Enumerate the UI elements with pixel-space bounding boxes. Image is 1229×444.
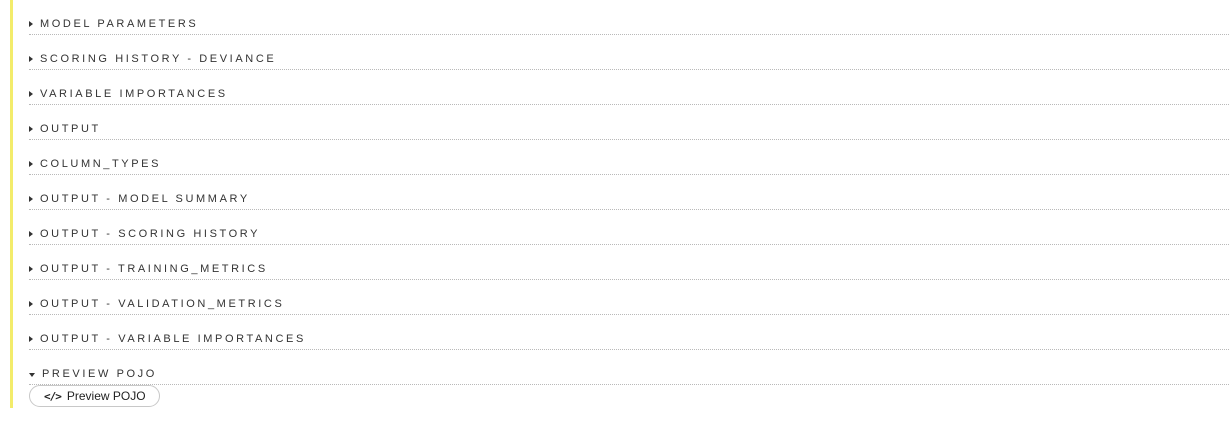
section-column-types[interactable]: COLUMN_TYPES <box>29 148 1229 175</box>
section-label: OUTPUT - VALIDATION_METRICS <box>40 298 285 310</box>
caret-right-icon <box>29 56 33 62</box>
section-output[interactable]: OUTPUT <box>29 113 1229 140</box>
section-label: PREVIEW POJO <box>42 368 157 380</box>
section-model-parameters[interactable]: MODEL PARAMETERS <box>29 8 1229 35</box>
preview-pojo-button-label: Preview POJO <box>66 389 146 403</box>
section-output-scoring-history[interactable]: OUTPUT - SCORING HISTORY <box>29 218 1229 245</box>
caret-right-icon <box>29 126 33 132</box>
section-label: OUTPUT - TRAINING_METRICS <box>40 263 268 275</box>
caret-right-icon <box>29 196 33 202</box>
caret-right-icon <box>29 336 33 342</box>
section-label: OUTPUT - SCORING HISTORY <box>40 228 261 240</box>
cell-accent-bar <box>10 0 13 408</box>
section-scoring-history-deviance[interactable]: SCORING HISTORY - DEVIANCE <box>29 43 1229 70</box>
section-label: VARIABLE IMPORTANCES <box>40 88 228 100</box>
caret-right-icon <box>29 266 33 272</box>
section-output-validation-metrics[interactable]: OUTPUT - VALIDATION_METRICS <box>29 288 1229 315</box>
section-variable-importances[interactable]: VARIABLE IMPORTANCES <box>29 78 1229 105</box>
section-label: SCORING HISTORY - DEVIANCE <box>40 53 277 65</box>
section-preview-pojo[interactable]: PREVIEW POJO <box>29 358 1229 385</box>
section-label: OUTPUT - MODEL SUMMARY <box>40 193 250 205</box>
section-output-training-metrics[interactable]: OUTPUT - TRAINING_METRICS <box>29 253 1229 280</box>
section-output-model-summary[interactable]: OUTPUT - MODEL SUMMARY <box>29 183 1229 210</box>
section-output-variable-importances[interactable]: OUTPUT - VARIABLE IMPORTANCES <box>29 323 1229 350</box>
caret-right-icon <box>29 161 33 167</box>
section-label: COLUMN_TYPES <box>40 158 162 170</box>
caret-right-icon <box>29 231 33 237</box>
notebook-cell: MODEL PARAMETERS SCORING HISTORY - DEVIA… <box>0 0 1229 444</box>
caret-right-icon <box>29 21 33 27</box>
section-list: MODEL PARAMETERS SCORING HISTORY - DEVIA… <box>29 8 1229 393</box>
section-label: OUTPUT <box>40 123 101 135</box>
section-label: MODEL PARAMETERS <box>40 18 199 30</box>
caret-right-icon <box>29 91 33 97</box>
code-icon: </> <box>44 389 62 403</box>
caret-down-icon <box>29 373 35 377</box>
preview-pojo-button[interactable]: </> Preview POJO <box>29 385 160 407</box>
caret-right-icon <box>29 301 33 307</box>
section-label: OUTPUT - VARIABLE IMPORTANCES <box>40 333 306 345</box>
